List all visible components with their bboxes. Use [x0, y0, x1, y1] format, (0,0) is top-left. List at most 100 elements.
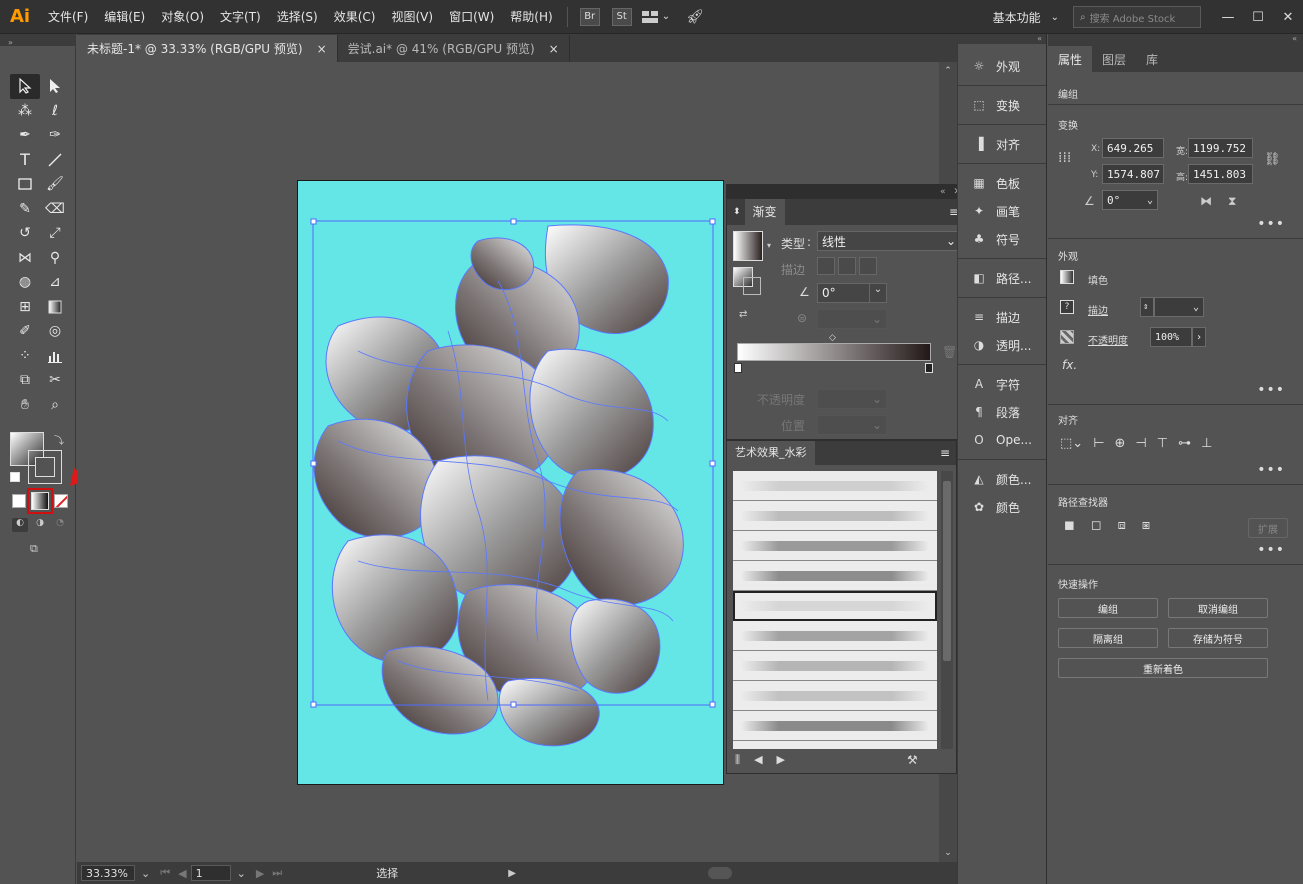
eraser-tool-icon[interactable]: ⌫: [40, 197, 70, 222]
reverse-gradient-icon[interactable]: ⇄: [739, 309, 747, 320]
align-left-icon[interactable]: ⊢: [1093, 436, 1104, 451]
prev-artboard-icon[interactable]: ◀: [178, 867, 186, 880]
next-library-icon[interactable]: ▶: [777, 753, 785, 767]
align-top-icon[interactable]: ⊤: [1157, 436, 1168, 451]
dock-item[interactable]: ✦ 画笔: [958, 197, 1046, 225]
constrain-proportions-icon[interactable]: ⛓︎: [1264, 152, 1281, 167]
lasso-tool-icon[interactable]: ℓ: [40, 99, 70, 124]
group-button[interactable]: 编组: [1058, 598, 1158, 618]
magic-wand-tool-icon[interactable]: ⁂: [10, 99, 40, 124]
selection-tool-icon[interactable]: [10, 74, 40, 99]
dock-item[interactable]: ☼ 外观: [958, 52, 1046, 80]
last-artboard-icon[interactable]: ⏭: [272, 866, 282, 880]
maximize-button[interactable]: ☐: [1243, 6, 1273, 28]
dock-header[interactable]: «: [958, 34, 1046, 44]
exclude-icon[interactable]: ⧆: [1142, 518, 1150, 533]
brush-library-tab[interactable]: 艺术效果_水彩: [727, 441, 815, 465]
dock-item[interactable]: ✿ 颜色: [958, 493, 1046, 521]
tools-panel-header[interactable]: »: [0, 34, 75, 47]
artboard-number-field[interactable]: 1: [190, 865, 231, 881]
mesh-tool-icon[interactable]: ⊞: [10, 295, 40, 320]
perspective-grid-tool-icon[interactable]: ⊿: [40, 270, 70, 295]
delete-stop-icon[interactable]: 🗑︎: [942, 345, 957, 359]
brush-swatch[interactable]: [733, 531, 937, 561]
direct-selection-tool-icon[interactable]: [40, 74, 70, 99]
angle-chevron-icon[interactable]: ⌄: [869, 283, 887, 303]
dock-item[interactable]: O Ope...: [958, 426, 1046, 454]
dock-item[interactable]: ▐ 对齐: [958, 130, 1046, 158]
stroke-within-button[interactable]: [817, 257, 835, 275]
panel-grip[interactable]: «✕: [727, 185, 965, 199]
gpu-performance-icon[interactable]: 🚀︎: [686, 9, 704, 25]
eyedropper-tool-icon[interactable]: ✐: [10, 319, 40, 344]
workspace-switcher[interactable]: 基本功能: [983, 9, 1051, 26]
more-options-icon[interactable]: •••: [1257, 382, 1285, 398]
align-to-selection-icon[interactable]: ⬚⌄: [1060, 436, 1083, 451]
menu-item[interactable]: 选择(S): [269, 8, 326, 25]
more-options-icon[interactable]: •••: [1257, 462, 1285, 478]
none-mode-button[interactable]: [54, 494, 68, 508]
shape-builder-tool-icon[interactable]: ◍: [10, 270, 40, 295]
curvature-tool-icon[interactable]: ✑: [40, 123, 70, 148]
symbol-sprayer-tool-icon[interactable]: ⁘: [10, 344, 40, 369]
brush-settings-icon[interactable]: ⚒: [907, 753, 918, 767]
type-select[interactable]: 线性 ⌄: [817, 231, 961, 251]
color-mode-button[interactable]: [12, 494, 26, 508]
column-graph-tool-icon[interactable]: [40, 344, 70, 369]
dock-item[interactable]: ⬚ 变换: [958, 91, 1046, 119]
bridge-button[interactable]: Br: [579, 7, 600, 26]
rotate-field[interactable]: 0° ⌄: [1102, 190, 1158, 210]
tab-test[interactable]: 尝试.ai* @ 41% (RGB/GPU 预览) ×: [338, 35, 570, 62]
puppet-warp-tool-icon[interactable]: ⚲: [40, 246, 70, 271]
align-hcenter-icon[interactable]: ⊕: [1115, 436, 1126, 451]
slice-tool-icon[interactable]: ✂: [40, 368, 70, 393]
rotate-tool-icon[interactable]: ↺: [10, 221, 40, 246]
close-icon[interactable]: ×: [549, 42, 559, 56]
more-options-icon[interactable]: •••: [1257, 216, 1285, 232]
dock-item[interactable]: A 字符: [958, 370, 1046, 398]
shaper-tool-icon[interactable]: ✎: [10, 197, 40, 222]
zoom-chevron-icon[interactable]: ⌄: [141, 867, 150, 880]
ungroup-button[interactable]: 取消编组: [1168, 598, 1268, 618]
intersect-icon[interactable]: ⧈: [1118, 518, 1126, 533]
arrange-documents-button[interactable]: ⌄: [641, 10, 670, 23]
stroke-stepper[interactable]: ⇕: [1140, 297, 1154, 317]
tab-layers[interactable]: 图层: [1092, 46, 1136, 72]
dock-item[interactable]: ¶ 段落: [958, 398, 1046, 426]
menu-item[interactable]: 对象(O): [153, 8, 212, 25]
blend-tool-icon[interactable]: ◎: [40, 319, 70, 344]
brush-scrollbar[interactable]: [941, 471, 953, 749]
brush-swatch[interactable]: [733, 591, 937, 621]
isolate-group-button[interactable]: 隔离组: [1058, 628, 1158, 648]
draw-normal-icon[interactable]: ◐: [12, 518, 28, 532]
flip-vertical-icon[interactable]: ⧗: [1228, 194, 1236, 209]
type-tool-icon[interactable]: T: [10, 148, 40, 173]
align-vcenter-icon[interactable]: ⊶: [1178, 436, 1191, 451]
scroll-up-icon[interactable]: ⌃: [939, 66, 957, 76]
draw-behind-icon[interactable]: ◑: [32, 518, 48, 532]
menu-item[interactable]: 编辑(E): [96, 8, 153, 25]
next-artboard-icon[interactable]: ▶: [256, 867, 264, 880]
draw-inside-icon[interactable]: ◔: [52, 518, 68, 532]
dock-item[interactable]: ♣ 符号: [958, 225, 1046, 253]
gradient-preview[interactable]: [733, 231, 763, 261]
menu-item[interactable]: 文件(F): [40, 8, 96, 25]
stock-button[interactable]: St: [611, 7, 632, 26]
stroke-along-button[interactable]: [838, 257, 856, 275]
recolor-button[interactable]: 重新着色: [1058, 658, 1268, 678]
minimize-button[interactable]: —: [1213, 6, 1243, 28]
stroke-color-swatch[interactable]: ?: [1060, 300, 1074, 314]
close-icon[interactable]: ×: [317, 42, 327, 56]
menu-item[interactable]: 文字(T): [212, 8, 269, 25]
collapse-icon[interactable]: «: [940, 187, 946, 197]
hand-tool-icon[interactable]: ✋︎: [10, 393, 40, 418]
dock-item[interactable]: ◑ 透明...: [958, 331, 1046, 359]
paintbrush-tool-icon[interactable]: 🖌︎: [40, 172, 70, 197]
fill-color-swatch[interactable]: [1060, 270, 1074, 284]
dock-item[interactable]: ◧ 路径...: [958, 264, 1046, 292]
expand-button[interactable]: 扩展: [1248, 518, 1288, 538]
dock-item[interactable]: ≡ 描边: [958, 303, 1046, 331]
gradient-preview-chevron-icon[interactable]: ▾: [767, 241, 771, 250]
width-field[interactable]: 1199.752: [1188, 138, 1253, 158]
artboard-tool-icon[interactable]: ⧉: [10, 368, 40, 393]
